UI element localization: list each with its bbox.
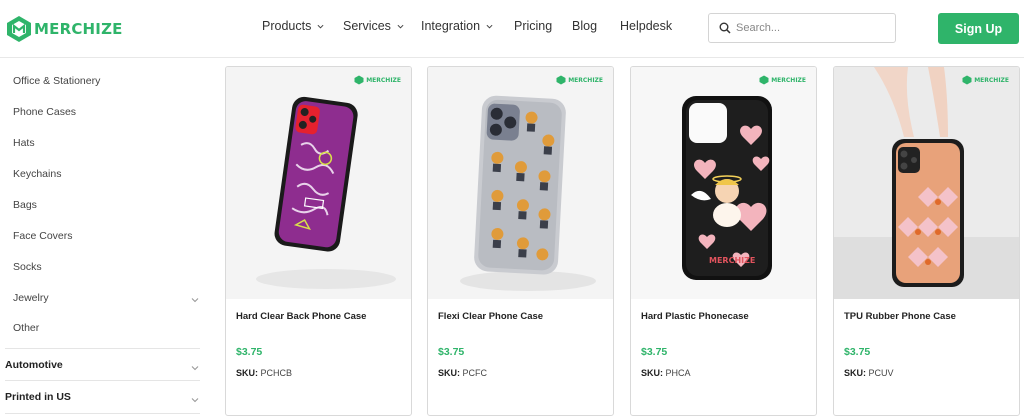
brand-text: MERCHIZE bbox=[568, 76, 603, 84]
nav-helpdesk[interactable]: Helpdesk bbox=[620, 19, 672, 33]
phone-case-image bbox=[428, 67, 613, 299]
sidebar-item-socks[interactable]: Socks bbox=[13, 261, 42, 273]
product-sku: SKU: PCFC bbox=[438, 368, 487, 378]
search-box[interactable] bbox=[708, 13, 896, 43]
brand-text: MERCHIZE bbox=[974, 76, 1009, 84]
svg-text:MERCHIZE: MERCHIZE bbox=[709, 256, 755, 265]
sign-up-button[interactable]: Sign Up bbox=[938, 13, 1019, 44]
nav-integration[interactable]: Integration bbox=[421, 19, 493, 33]
sku-label: SKU: bbox=[844, 368, 866, 378]
sku-value: PCUV bbox=[868, 368, 894, 378]
merchize-logo-icon bbox=[354, 75, 364, 85]
merchize-logo-icon bbox=[962, 75, 972, 85]
search-input[interactable] bbox=[736, 22, 886, 34]
sku-value: PCFC bbox=[462, 368, 488, 378]
nav-blog[interactable]: Blog bbox=[572, 19, 597, 33]
product-card[interactable]: MERCHIZE Flexi Clear Phone Case $3.75 SK… bbox=[427, 66, 614, 416]
product-sku: SKU: PCUV bbox=[844, 368, 894, 378]
sku-value: PCHCB bbox=[260, 368, 293, 378]
product-image[interactable]: MERCHIZE bbox=[226, 67, 411, 299]
chevron-down-icon bbox=[486, 24, 493, 29]
divider bbox=[5, 413, 200, 414]
sidebar-item-phone-cases[interactable]: Phone Cases bbox=[13, 106, 76, 118]
brand-watermark: MERCHIZE bbox=[759, 75, 806, 85]
site-header: MERCHIZE Products Services Integration P… bbox=[0, 0, 1024, 58]
brand-watermark: MERCHIZE bbox=[962, 75, 1009, 85]
sidebar-item-bags[interactable]: Bags bbox=[13, 199, 37, 211]
sidebar-item-office-stationery[interactable]: Office & Stationery bbox=[13, 75, 100, 87]
nav-pricing[interactable]: Pricing bbox=[514, 19, 552, 33]
product-sku: SKU: PHCA bbox=[641, 368, 691, 378]
brand-text: MERCHIZE bbox=[771, 76, 806, 84]
merchize-logo-icon bbox=[7, 16, 31, 42]
sidebar-item-jewelry[interactable]: Jewelry bbox=[13, 292, 49, 304]
nav-label: Services bbox=[343, 19, 391, 33]
logo-text: MERCHIZE bbox=[34, 20, 123, 38]
product-title[interactable]: Flexi Clear Phone Case bbox=[438, 311, 543, 322]
logo[interactable]: MERCHIZE bbox=[6, 15, 123, 43]
product-sku: SKU: PCHCB bbox=[236, 368, 292, 378]
nav-label: Pricing bbox=[514, 19, 553, 33]
product-price: $3.75 bbox=[844, 346, 871, 358]
sku-label: SKU: bbox=[438, 368, 460, 378]
phone-case-image bbox=[226, 67, 411, 299]
merchize-logo-icon bbox=[556, 75, 566, 85]
phone-case-image: MERCHIZE bbox=[631, 67, 816, 299]
nav-label: Helpdesk bbox=[620, 19, 673, 33]
sidebar-item-other[interactable]: Other bbox=[13, 322, 39, 334]
chevron-down-icon[interactable] bbox=[191, 396, 199, 404]
product-title[interactable]: Hard Clear Back Phone Case bbox=[236, 311, 366, 322]
brand-watermark: MERCHIZE bbox=[354, 75, 401, 85]
sku-label: SKU: bbox=[641, 368, 663, 378]
brand-text: MERCHIZE bbox=[366, 76, 401, 84]
divider bbox=[5, 348, 200, 349]
sidebar-category-automotive[interactable]: Automotive bbox=[5, 359, 63, 371]
phone-case-image bbox=[834, 67, 1019, 299]
chevron-down-icon[interactable] bbox=[191, 296, 199, 304]
sidebar-item-hats[interactable]: Hats bbox=[13, 137, 35, 149]
chevron-down-icon bbox=[317, 24, 324, 29]
divider bbox=[5, 380, 200, 381]
sku-value: PHCA bbox=[665, 368, 691, 378]
product-title[interactable]: TPU Rubber Phone Case bbox=[844, 311, 956, 322]
merchize-logo-icon bbox=[759, 75, 769, 85]
product-card[interactable]: MERCHIZE TPU Rubber Phone Case $3.75 SKU… bbox=[833, 66, 1020, 416]
product-image[interactable]: MERCHIZE MERCHIZE bbox=[631, 67, 816, 299]
product-title[interactable]: Hard Plastic Phonecase bbox=[641, 311, 749, 322]
search-icon bbox=[719, 22, 731, 34]
product-price: $3.75 bbox=[641, 346, 668, 358]
sku-label: SKU: bbox=[236, 368, 258, 378]
product-image[interactable]: MERCHIZE bbox=[428, 67, 613, 299]
nav-label: Integration bbox=[421, 19, 481, 33]
nav-label: Blog bbox=[572, 19, 598, 33]
product-image[interactable]: MERCHIZE bbox=[834, 67, 1019, 299]
sidebar-item-face-covers[interactable]: Face Covers bbox=[13, 230, 73, 242]
nav-services[interactable]: Services bbox=[343, 19, 404, 33]
chevron-down-icon bbox=[397, 24, 404, 29]
sidebar-category-printed-in-us[interactable]: Printed in US bbox=[5, 391, 71, 403]
chevron-down-icon[interactable] bbox=[191, 364, 199, 372]
nav-label: Products bbox=[262, 19, 312, 33]
product-price: $3.75 bbox=[438, 346, 465, 358]
product-card[interactable]: MERCHIZE Hard Clear Back Phone Case $3.7… bbox=[225, 66, 412, 416]
brand-watermark: MERCHIZE bbox=[556, 75, 603, 85]
category-sidebar: Office & Stationery Phone Cases Hats Key… bbox=[0, 58, 210, 418]
nav-products[interactable]: Products bbox=[262, 19, 324, 33]
product-card[interactable]: MERCHIZE MERCHIZE Hard Plastic Phonecase… bbox=[630, 66, 817, 416]
sidebar-item-keychains[interactable]: Keychains bbox=[13, 168, 61, 180]
product-price: $3.75 bbox=[236, 346, 263, 358]
